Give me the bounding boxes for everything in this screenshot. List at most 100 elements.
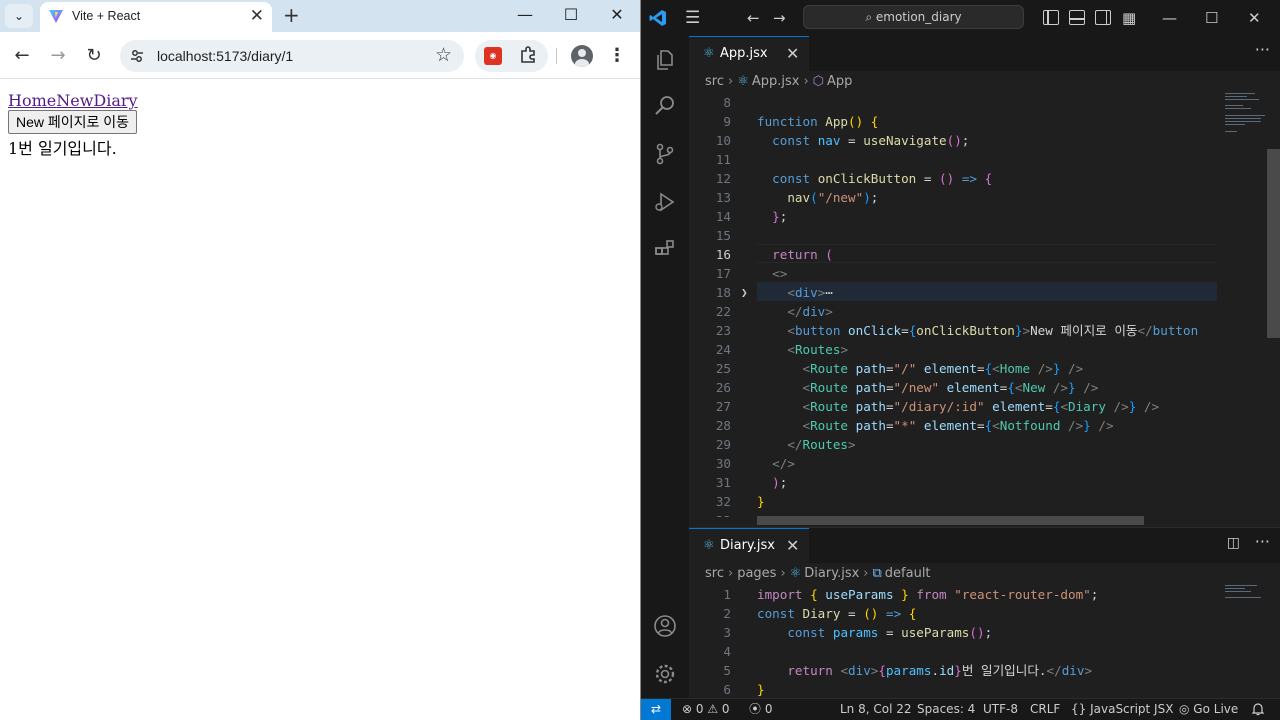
fold-chevron-icon[interactable]: ❯ (741, 283, 748, 302)
close-icon[interactable]: ✕ (786, 44, 799, 63)
diary-link[interactable]: Diary (93, 91, 137, 110)
error-count: 0 (695, 702, 704, 716)
toggle-panel-icon[interactable] (1069, 10, 1085, 25)
new-page-button[interactable]: New 페이지로 이동 (8, 110, 138, 134)
new-tab-icon[interactable]: + (283, 3, 300, 27)
code-line: 2 const Diary = () => { (723, 606, 917, 621)
minimap[interactable] (1219, 585, 1280, 699)
reload-icon[interactable]: ↻ (82, 44, 106, 68)
language-mode[interactable]: {} JavaScript JSX (1071, 699, 1173, 720)
crumb-symbol[interactable]: default (885, 566, 931, 581)
manage-gear-icon[interactable] (653, 662, 677, 686)
menu-kebab-icon[interactable]: ⋮ (608, 44, 626, 68)
code-line: 27 <Route path="/diary/:id" element={<Di… (715, 399, 1160, 414)
encoding[interactable]: UTF-8 (983, 699, 1018, 720)
nav-back-icon[interactable]: ← (747, 9, 760, 27)
url-text: localhost:5173/diary/1 (157, 48, 294, 64)
react-icon: ⚛ (737, 74, 749, 89)
minimize-icon[interactable]: — (513, 4, 537, 26)
tab-app-jsx[interactable]: ⚛ App.jsx ✕ (689, 36, 809, 71)
remote-indicator-icon[interactable]: ⇄ (641, 699, 671, 720)
vs-close-icon[interactable]: ✕ (1248, 9, 1261, 27)
command-center-search[interactable]: ⌕ emotion_diary (803, 5, 1024, 29)
code-line: 12 const onClickButton = () => { (715, 171, 993, 186)
go-live-button[interactable]: ◎ Go Live (1179, 699, 1238, 720)
error-icon: ⊗ (682, 702, 696, 716)
crumb-file[interactable]: Diary.jsx (804, 566, 859, 581)
chevron-right-icon: › (863, 566, 869, 581)
problems-indicator[interactable]: ⊗ 0 ⚠ 0 (682, 699, 730, 720)
toggle-primary-sidebar-icon[interactable] (1043, 10, 1059, 25)
code-line: 6} (723, 682, 765, 697)
extension-icon[interactable]: ◉ (484, 47, 502, 65)
code-line: 30 </> (715, 456, 795, 471)
close-tab-icon[interactable]: ✕ (250, 6, 264, 26)
indentation[interactable]: Spaces: 4 (917, 699, 975, 720)
puzzle-icon[interactable] (519, 45, 539, 65)
nav-forward-icon[interactable]: → (773, 9, 786, 27)
customize-layout-icon[interactable]: ▦ (1122, 9, 1136, 27)
code-editor-app[interactable]: 8 9 function App() { 10 const nav = useNa… (689, 93, 1219, 517)
code-line: 29 </Routes> (715, 437, 856, 452)
code-line: 9 function App() { (723, 114, 879, 129)
vs-maximize-icon[interactable]: ☐ (1205, 9, 1218, 27)
toggle-secondary-sidebar-icon[interactable] (1095, 10, 1111, 25)
vs-minimize-icon[interactable]: — (1162, 9, 1177, 27)
crumb-src[interactable]: src (705, 566, 724, 581)
source-control-icon[interactable] (653, 142, 677, 166)
accounts-icon[interactable] (653, 614, 677, 638)
diary-text: 1번 일기입니다. (8, 139, 117, 158)
site-info-icon[interactable] (129, 48, 145, 64)
close-icon[interactable]: ✕ (786, 536, 799, 555)
ports-indicator[interactable]: ⦿ 0 (749, 699, 772, 720)
code-line: 25 <Route path="/" element={<Home />} /> (715, 361, 1084, 376)
search-view-icon[interactable] (653, 94, 677, 118)
tab-diary-jsx[interactable]: ⚛ Diary.jsx ✕ (689, 528, 809, 563)
tab-strip: ⌄ Vite + React ✕ + — ☐ ✕ (0, 0, 640, 32)
more-actions-icon[interactable]: ··· (1255, 40, 1270, 59)
code-editor-diary[interactable]: 1 import { useParams } from "react-router… (689, 585, 1219, 699)
back-icon[interactable]: ← (10, 44, 34, 68)
profile-avatar-icon[interactable] (571, 45, 593, 67)
notifications-bell-icon[interactable] (1252, 702, 1264, 716)
chevron-right-icon: › (803, 74, 809, 89)
warning-icon: ⚠ (707, 702, 722, 716)
code-line: 32} (715, 494, 765, 509)
symbol-cube-icon: ⬡ (812, 74, 825, 89)
horizontal-scrollbar[interactable] (757, 516, 1144, 525)
cursor-position[interactable]: Ln 8, Col 22 (840, 699, 912, 720)
home-link[interactable]: Home (8, 91, 56, 110)
breadcrumb: src › ⚛ App.jsx › ⬡ App (705, 71, 852, 93)
hamburger-menu-icon[interactable]: ☰ (685, 9, 700, 27)
editor-group-bottom: ⚛ Diary.jsx ✕ ◫ ··· src › pages › ⚛ Diary.jsx… (689, 527, 1280, 699)
new-link[interactable]: New (56, 91, 93, 110)
page-content: HomeNewDiary New 페이지로 이동 1번 일기입니다. (0, 80, 640, 720)
end-of-line[interactable]: CRLF (1030, 699, 1060, 720)
code-line: 3 const params = useParams(); (723, 625, 993, 640)
tab-search-button[interactable]: ⌄ (5, 4, 33, 28)
browser-toolbar: ← → ↻ localhost:5173/diary/1 ☆ ◉ ⋮ (0, 32, 640, 79)
vertical-scrollbar[interactable] (1267, 149, 1280, 338)
tab-label: App.jsx (720, 46, 768, 61)
run-debug-icon[interactable] (653, 190, 677, 214)
more-actions-icon[interactable]: ··· (1255, 532, 1270, 551)
split-editor-icon[interactable]: ◫ (1227, 535, 1240, 551)
crumb-src[interactable]: src (705, 74, 724, 89)
crumb-folder[interactable]: pages (737, 566, 776, 581)
editor-area: ⚛ App.jsx ✕ ··· src › ⚛ App.jsx › ⬡ App 8 9 fun… (689, 36, 1280, 699)
code-line: 13 nav("/new"); (715, 190, 879, 205)
maximize-icon[interactable]: ☐ (559, 4, 583, 26)
nav-links: HomeNewDiary (8, 91, 138, 110)
crumb-symbol[interactable]: App (827, 74, 852, 89)
forward-icon[interactable]: → (46, 44, 70, 68)
address-bar[interactable]: localhost:5173/diary/1 ☆ (120, 40, 464, 72)
code-line: 17 <> (715, 266, 788, 281)
close-window-icon[interactable]: ✕ (605, 4, 629, 26)
ports-count: 0 (764, 702, 773, 716)
browser-tab[interactable]: Vite + React ✕ (40, 2, 272, 32)
bookmark-star-icon[interactable]: ☆ (435, 44, 452, 66)
react-icon: ⚛ (703, 46, 715, 61)
extensions-view-icon[interactable] (653, 238, 677, 262)
explorer-icon[interactable] (653, 48, 677, 72)
crumb-file[interactable]: App.jsx (752, 74, 800, 89)
